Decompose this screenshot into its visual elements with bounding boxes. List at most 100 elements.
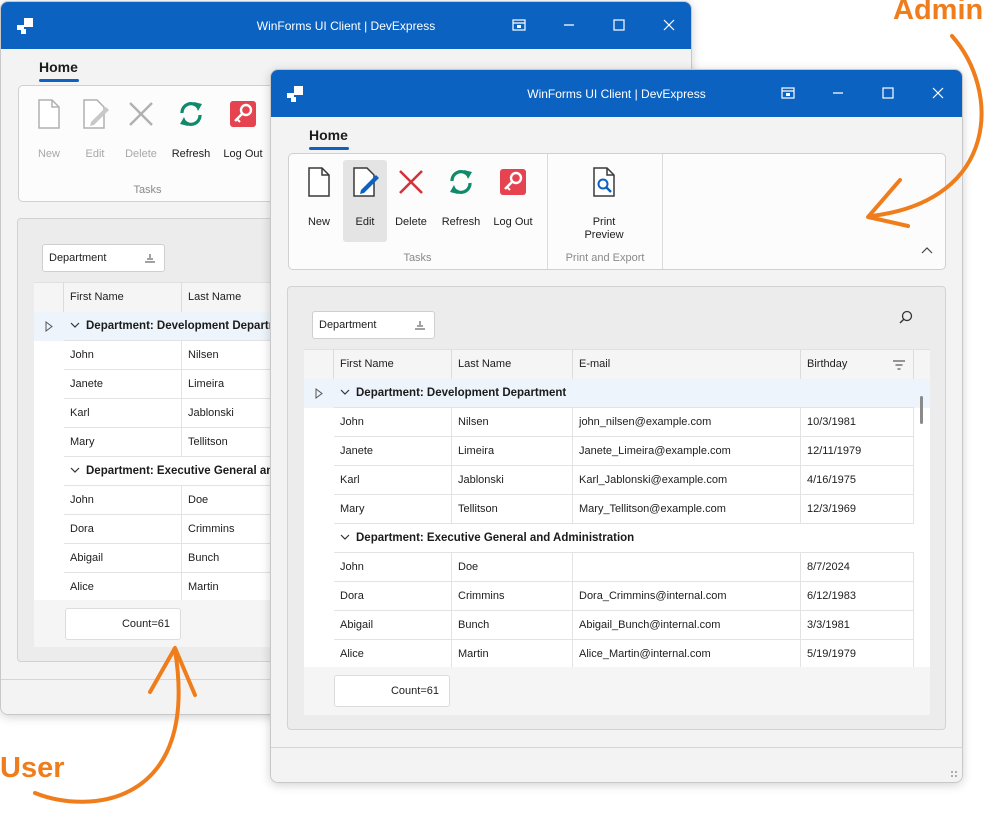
refresh-button[interactable]: Refresh [439, 160, 483, 242]
table-cell[interactable]: Alice_Martin@internal.com [573, 640, 801, 668]
table-cell[interactable]: Dora [334, 582, 452, 611]
table-cell[interactable]: Janete [334, 437, 452, 466]
table-cell[interactable]: 3/3/1981 [801, 611, 914, 640]
table-cell[interactable]: Abigail [334, 611, 452, 640]
close-icon[interactable] [660, 16, 678, 34]
header-indicator [34, 283, 64, 312]
tab-home[interactable]: Home [39, 59, 78, 75]
refresh-button[interactable]: Refresh [169, 92, 213, 174]
table-cell[interactable]: Mary [64, 428, 182, 457]
grid-footer: Count=61 [304, 667, 930, 715]
header-birthday[interactable]: Birthday [801, 350, 914, 379]
filter-icon[interactable] [893, 360, 905, 370]
table-cell[interactable]: 8/7/2024 [801, 553, 914, 582]
header-last-name[interactable]: Last Name [452, 350, 573, 379]
header-first-name[interactable]: First Name [64, 283, 182, 312]
refresh-icon [450, 170, 472, 194]
collapse-ribbon-icon[interactable] [921, 245, 933, 255]
expand-triangle-icon[interactable] [304, 379, 333, 408]
table-cell[interactable]: Mary [334, 495, 452, 524]
groupby-combo[interactable]: Department [312, 311, 435, 339]
table-row[interactable]: Alice Martin Alice_Martin@internal.com 5/19… [304, 640, 930, 668]
table-cell[interactable]: John [64, 341, 182, 370]
chevron-down-icon[interactable] [340, 533, 350, 541]
group-label: Department: Executive General and Admini… [356, 532, 635, 544]
table-row[interactable]: John Nilsen john_nilsen@example.com 10/3/19… [304, 408, 930, 437]
group-row[interactable]: Department: Development Department [304, 379, 930, 408]
table-row[interactable]: John Doe 8/7/2024 [304, 553, 930, 582]
delete-button[interactable]: Delete [119, 92, 163, 174]
table-cell[interactable]: Doe [452, 553, 573, 582]
table-cell[interactable]: Dora [64, 515, 182, 544]
new-button[interactable]: New [297, 160, 341, 242]
chevron-down-icon[interactable] [70, 466, 80, 474]
table-cell[interactable]: Karl_Jablonski@example.com [573, 466, 801, 495]
table-cell[interactable]: Dora_Crimmins@internal.com [573, 582, 801, 611]
restore-icon[interactable] [779, 84, 797, 102]
header-email[interactable]: E-mail [573, 350, 801, 379]
chevron-down-icon[interactable] [340, 388, 350, 396]
new-button[interactable]: New [27, 92, 71, 174]
edit-icon [83, 99, 109, 129]
table-cell[interactable]: Alice [334, 640, 452, 668]
table-cell[interactable]: Martin [452, 640, 573, 668]
tab-home[interactable]: Home [309, 127, 348, 143]
sort-icon [415, 321, 425, 330]
table-cell[interactable]: Karl [334, 466, 452, 495]
table-cell[interactable]: Janete [64, 370, 182, 399]
table-row[interactable]: Karl Jablonski Karl_Jablonski@example.com 4… [304, 466, 930, 495]
table-cell[interactable]: john_nilsen@example.com [573, 408, 801, 437]
table-cell[interactable]: Mary_Tellitson@example.com [573, 495, 801, 524]
expand-triangle-icon[interactable] [34, 312, 63, 341]
table-cell[interactable] [573, 553, 801, 582]
table-row[interactable]: Mary Tellitson Mary_Tellitson@example.com 1… [304, 495, 930, 524]
delete-button[interactable]: Delete [389, 160, 433, 242]
table-cell[interactable]: 12/11/1979 [801, 437, 914, 466]
restore-icon[interactable] [510, 16, 528, 34]
table-cell[interactable]: Jablonski [452, 466, 573, 495]
table-cell[interactable]: Janete_Limeira@example.com [573, 437, 801, 466]
tab-home-indicator [39, 79, 79, 82]
table-row[interactable]: Dora Crimmins Dora_Crimmins@internal.com 6/… [304, 582, 930, 611]
table-row[interactable]: Janete Limeira Janete_Limeira@example.com 1… [304, 437, 930, 466]
grid-header: First Name Last Name E-mail Birthday [304, 350, 930, 380]
table-cell[interactable]: Bunch [452, 611, 573, 640]
group-row[interactable]: Department: Executive General and Admini… [304, 524, 930, 553]
table-cell[interactable]: Alice [64, 573, 182, 601]
vertical-scrollbar-thumb[interactable] [920, 396, 923, 424]
maximize-icon[interactable] [610, 16, 628, 34]
resize-grip-icon[interactable] [948, 768, 958, 778]
minimize-icon[interactable] [560, 16, 578, 34]
search-icon[interactable] [898, 310, 914, 326]
table-cell[interactable]: Abigail_Bunch@internal.com [573, 611, 801, 640]
minimize-icon[interactable] [829, 84, 847, 102]
header-indicator [304, 350, 334, 379]
table-cell[interactable]: Limeira [452, 437, 573, 466]
delete-icon [129, 102, 153, 126]
group-label: Department: Development Department [86, 320, 297, 332]
table-cell[interactable]: 10/3/1981 [801, 408, 914, 437]
table-cell[interactable]: 6/12/1983 [801, 582, 914, 611]
edit-button[interactable]: Edit [343, 160, 387, 242]
table-cell[interactable]: Nilsen [452, 408, 573, 437]
table-cell[interactable]: John [334, 553, 452, 582]
new-icon [38, 99, 60, 129]
table-cell[interactable]: Tellitson [452, 495, 573, 524]
table-cell[interactable]: John [334, 408, 452, 437]
logout-button[interactable]: Log Out [491, 160, 535, 242]
table-cell[interactable]: 5/19/1979 [801, 640, 914, 668]
table-cell[interactable]: 12/3/1969 [801, 495, 914, 524]
groupby-combo[interactable]: Department [42, 244, 165, 272]
table-row[interactable]: Abigail Bunch Abigail_Bunch@internal.com 3/… [304, 611, 930, 640]
table-cell[interactable]: Karl [64, 399, 182, 428]
table-cell[interactable]: 4/16/1975 [801, 466, 914, 495]
table-cell[interactable]: Crimmins [452, 582, 573, 611]
logout-button[interactable]: Log Out [221, 92, 265, 174]
callout-admin: Admin [893, 0, 984, 26]
table-cell[interactable]: Abigail [64, 544, 182, 573]
print-preview-button[interactable]: Print Preview [582, 160, 626, 242]
header-first-name[interactable]: First Name [334, 350, 452, 379]
edit-button[interactable]: Edit [73, 92, 117, 174]
chevron-down-icon[interactable] [70, 321, 80, 329]
table-cell[interactable]: John [64, 486, 182, 515]
